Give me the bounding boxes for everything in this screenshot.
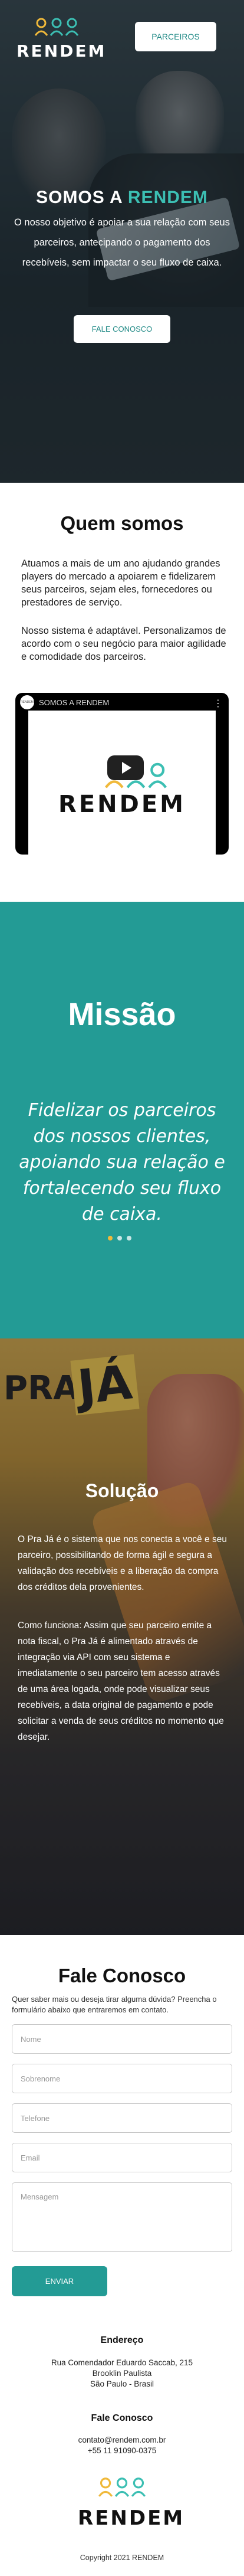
quem-somos-paragraph-1: Atuamos a mais de um ano ajudando grande…: [21, 558, 220, 608]
hero-description: O nosso objetivo é apoiar a sua relação …: [14, 217, 230, 268]
channel-avatar-label: RENDEM: [21, 701, 34, 704]
hero-title-accent: RENDEM: [127, 188, 208, 207]
video-thumbnail: [28, 711, 216, 855]
footer-logo: RENDEM: [78, 2477, 185, 2542]
video-wordmark: RENDEM: [58, 791, 186, 818]
footer-contato-title: Fale Conosco: [91, 2413, 153, 2423]
enviar-button[interactable]: ENVIAR: [12, 2266, 107, 2296]
play-icon[interactable]: [107, 755, 144, 780]
hero-title-prefix: SOMOS A: [36, 188, 128, 207]
parceiros-button[interactable]: PARCEIROS: [135, 22, 216, 51]
missao-text: Fidelizar os parceiros dos nossos client…: [19, 1100, 225, 1225]
channel-avatar[interactable]: RENDEM: [20, 695, 34, 709]
more-vert-icon[interactable]: ⋮: [213, 698, 223, 709]
header: RENDEM PARCEIROS: [0, 0, 244, 65]
hero-title: SOMOS A RENDEM: [0, 188, 244, 208]
hero-section: RENDEM PARCEIROS SOMOS A RENDEM O nosso …: [0, 0, 244, 483]
copyright: Copyright 2021 RENDEM: [80, 2554, 164, 2562]
quem-somos-section: Quem somos Atuamos a mais de um ano ajud…: [0, 483, 244, 902]
carousel-dot-3[interactable]: [127, 1236, 131, 1240]
footer-logo-wordmark: RENDEM: [78, 2506, 185, 2530]
sobrenome-field[interactable]: [12, 2064, 232, 2093]
footer-phone[interactable]: +55 11 91090-0375: [0, 2446, 244, 2455]
video-player[interactable]: RENDEM RENDEM SOMOS A RENDEM ⋮: [15, 693, 229, 855]
telefone-field[interactable]: [12, 2103, 232, 2133]
contato-section: Fale Conosco Quer saber mais ou deseja t…: [0, 1935, 244, 2576]
footer-email[interactable]: contato@rendem.com.br: [0, 2436, 244, 2444]
contato-subtitle: Quer saber mais ou deseja tirar alguma d…: [12, 1995, 217, 2014]
video-header: RENDEM SOMOS A RENDEM: [15, 693, 229, 712]
endereco-line-2: Brooklin Paulista: [92, 2369, 152, 2378]
nome-field[interactable]: [12, 2024, 232, 2054]
logo-wordmark: RENDEM: [17, 41, 107, 61]
solucao-section: PRA JÁ Solução O Pra Já é o sistema que …: [0, 1338, 244, 1935]
contato-title: Fale Conosco: [58, 1965, 186, 1986]
video-title[interactable]: SOMOS A RENDEM: [39, 698, 109, 707]
footer-logo-people-icon: [98, 2477, 146, 2497]
mensagem-field[interactable]: [12, 2182, 232, 2252]
logo-people-icon: [34, 18, 79, 36]
carousel-dot-1[interactable]: [108, 1236, 113, 1240]
solucao-paragraph-1: O Pra Já é o sistema que nos conecta a v…: [18, 1534, 227, 1592]
solucao-title: Solução: [85, 1480, 159, 1501]
fale-conosco-button[interactable]: FALE CONOSCO: [74, 315, 170, 343]
missao-section: Missão Fidelizar os parceiros dos nossos…: [0, 902, 244, 1338]
rendem-logo[interactable]: RENDEM: [17, 18, 107, 61]
endereco-line-1: Rua Comendador Eduardo Saccab, 215: [51, 2358, 193, 2367]
carousel-dots: [108, 1236, 131, 1240]
endereco-title: Endereço: [100, 2335, 144, 2345]
quem-somos-paragraph-2: Nosso sistema é adaptável. Personalizamo…: [21, 626, 226, 662]
solucao-paragraph-2: Como funciona: Assim que seu parceiro em…: [18, 1621, 224, 1742]
email-field[interactable]: [12, 2143, 232, 2172]
missao-title: Missão: [68, 997, 176, 1032]
endereco-line-3: São Paulo - Brasil: [90, 2379, 154, 2388]
carousel-dot-2[interactable]: [117, 1236, 122, 1240]
quem-somos-title: Quem somos: [60, 512, 184, 534]
